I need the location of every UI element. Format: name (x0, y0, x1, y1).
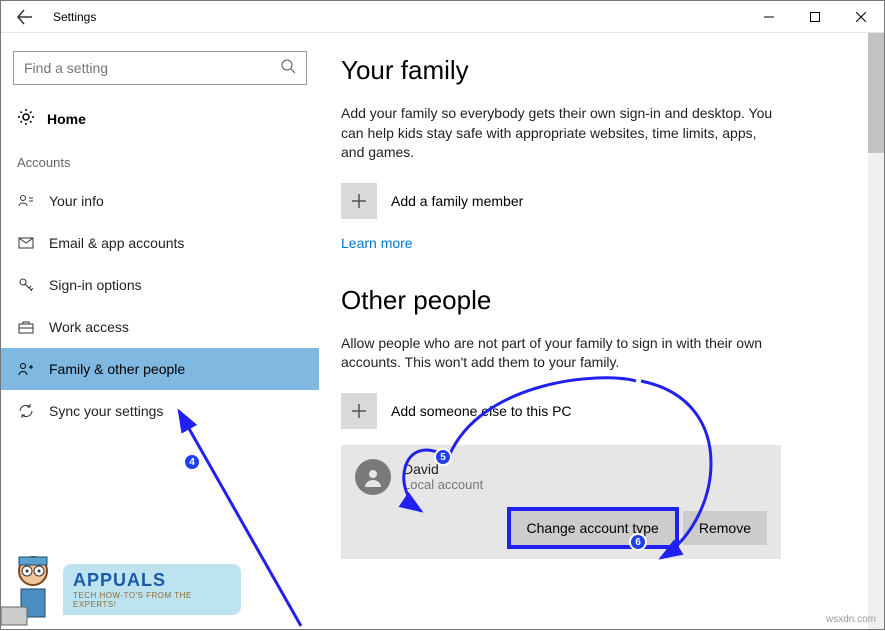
section-header-other: Other people (341, 285, 856, 316)
other-description: Allow people who are not part of your fa… (341, 334, 781, 373)
close-button[interactable] (838, 1, 884, 33)
gear-icon (17, 108, 35, 131)
nav-your-info[interactable]: Your info (1, 180, 319, 222)
home-button[interactable]: Home (1, 103, 319, 135)
search-input[interactable] (24, 60, 280, 76)
plus-icon (341, 393, 377, 429)
people-icon (17, 361, 35, 377)
nav-label: Sync your settings (49, 403, 163, 419)
nav-work-access[interactable]: Work access (1, 306, 319, 348)
search-box[interactable] (13, 51, 307, 85)
add-family-member-button[interactable]: Add a family member (341, 183, 856, 219)
annotation-badge-6: 6 (629, 533, 647, 551)
home-label: Home (47, 111, 86, 127)
brand-name: APPUALS (73, 570, 231, 591)
person-card-icon (17, 193, 35, 209)
add-family-label: Add a family member (391, 193, 523, 209)
avatar (355, 459, 391, 495)
window-title: Settings (53, 10, 96, 24)
nav-sync-settings[interactable]: Sync your settings (1, 390, 319, 432)
window-controls (746, 1, 884, 33)
back-button[interactable] (1, 1, 49, 33)
nav-label: Email & app accounts (49, 235, 184, 251)
section-label-accounts: Accounts (1, 135, 319, 180)
brand-tagline: TECH HOW-TO'S FROM THE EXPERTS! (73, 591, 231, 609)
section-header-family: Your family (341, 55, 856, 86)
nav-label: Work access (49, 319, 129, 335)
scrollbar-thumb[interactable] (868, 33, 884, 153)
change-account-type-button[interactable]: Change account type (511, 511, 675, 545)
nav-email-accounts[interactable]: Email & app accounts (1, 222, 319, 264)
nav-label: Your info (49, 193, 104, 209)
maximize-button[interactable] (792, 1, 838, 33)
titlebar: Settings (1, 1, 884, 33)
remove-button[interactable]: Remove (683, 511, 767, 545)
minimize-button[interactable] (746, 1, 792, 33)
plus-icon (341, 183, 377, 219)
key-icon (17, 277, 35, 293)
add-someone-label: Add someone else to this PC (391, 403, 572, 419)
add-someone-else-button[interactable]: Add someone else to this PC (341, 393, 856, 429)
annotation-badge-4: 4 (183, 453, 201, 471)
user-account-row[interactable]: David Local account Change account type … (341, 445, 781, 559)
nav-family-other-people[interactable]: Family & other people (1, 348, 319, 390)
cartoon-character-icon (1, 549, 71, 629)
learn-more-link[interactable]: Learn more (341, 235, 413, 251)
scrollbar[interactable] (868, 33, 884, 629)
briefcase-icon (17, 319, 35, 335)
sidebar: Home Accounts Your info Email & app acco… (1, 33, 319, 629)
user-type: Local account (403, 477, 483, 492)
nav-label: Sign-in options (49, 277, 142, 293)
content-pane: Your family Add your family so everybody… (319, 33, 884, 629)
mail-icon (17, 235, 35, 251)
watermark-text: wsxdn.com (826, 614, 876, 625)
sync-icon (17, 403, 35, 419)
family-description: Add your family so everybody gets their … (341, 104, 781, 163)
nav-signin-options[interactable]: Sign-in options (1, 264, 319, 306)
nav-label: Family & other people (49, 361, 185, 377)
search-icon (280, 58, 296, 79)
appuals-watermark: APPUALS TECH HOW-TO'S FROM THE EXPERTS! (1, 549, 241, 629)
annotation-badge-5: 5 (434, 448, 452, 466)
